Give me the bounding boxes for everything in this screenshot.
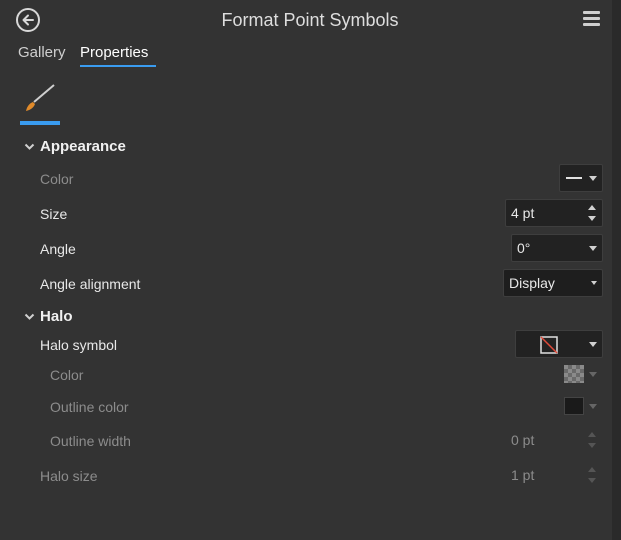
- chevron-down-icon: [589, 176, 597, 181]
- transparent-swatch: [564, 365, 584, 383]
- halo-size-label: Halo size: [40, 468, 98, 484]
- halo-outline-color-picker[interactable]: [559, 392, 603, 420]
- chevron-down-icon: [24, 308, 36, 325]
- spin-down-icon[interactable]: [588, 216, 596, 221]
- size-label: Size: [40, 206, 68, 222]
- chevron-down-icon: [589, 246, 597, 251]
- angle-value: 0°: [517, 240, 531, 256]
- appearance-section-header[interactable]: Appearance: [24, 138, 126, 155]
- angle-dropdown[interactable]: 0°: [511, 234, 603, 262]
- spin-up-icon[interactable]: [588, 467, 596, 472]
- size-spinner[interactable]: 4 pt: [505, 199, 603, 227]
- angle-alignment-label: Angle alignment: [40, 276, 141, 292]
- format-pane: Format Point Symbols Gallery Properties …: [0, 0, 612, 540]
- outline-width-value: 0 pt: [511, 432, 535, 448]
- appearance-heading: Appearance: [40, 138, 126, 155]
- halo-outline-width-spinner[interactable]: 0 pt: [505, 426, 603, 454]
- chevron-down-icon: [24, 138, 36, 155]
- halo-outline-color-label: Outline color: [50, 399, 129, 415]
- subtab-indicator: [20, 121, 60, 125]
- halo-section-header[interactable]: Halo: [24, 308, 73, 325]
- angle-alignment-value: Display: [509, 275, 555, 291]
- halo-size-spinner[interactable]: 1 pt: [505, 461, 603, 489]
- halo-outline-width-label: Outline width: [50, 433, 131, 449]
- halo-symbol-picker[interactable]: [515, 330, 603, 358]
- pane-title: Format Point Symbols: [221, 10, 399, 30]
- halo-heading: Halo: [40, 308, 73, 325]
- color-picker[interactable]: [559, 164, 603, 192]
- halo-symbol-label: Halo symbol: [40, 337, 118, 353]
- scrollbar[interactable]: [612, 0, 621, 540]
- outline-color-swatch: [564, 397, 584, 415]
- chevron-down-icon: [589, 372, 597, 377]
- hamburger-menu-icon[interactable]: [583, 11, 600, 28]
- color-swatch: [566, 177, 582, 179]
- paintbrush-icon[interactable]: [22, 82, 58, 114]
- angle-label: Angle: [40, 241, 76, 257]
- color-label: Color: [40, 171, 74, 187]
- halo-size-value: 1 pt: [511, 467, 535, 483]
- active-tab-indicator: [80, 65, 156, 67]
- tab-properties[interactable]: Properties: [80, 44, 148, 61]
- halo-color-picker[interactable]: [559, 360, 603, 388]
- tab-gallery[interactable]: Gallery: [18, 44, 66, 61]
- chevron-down-icon: [589, 404, 597, 409]
- angle-alignment-dropdown[interactable]: Display: [503, 269, 603, 297]
- size-value: 4 pt: [511, 205, 535, 221]
- spin-down-icon[interactable]: [588, 443, 596, 448]
- no-symbol-icon: [540, 336, 558, 354]
- chevron-down-icon: [589, 342, 597, 347]
- spin-down-icon[interactable]: [588, 478, 596, 483]
- spin-up-icon[interactable]: [588, 432, 596, 437]
- halo-color-label: Color: [50, 367, 84, 383]
- chevron-down-icon: [591, 281, 597, 285]
- spin-up-icon[interactable]: [588, 205, 596, 210]
